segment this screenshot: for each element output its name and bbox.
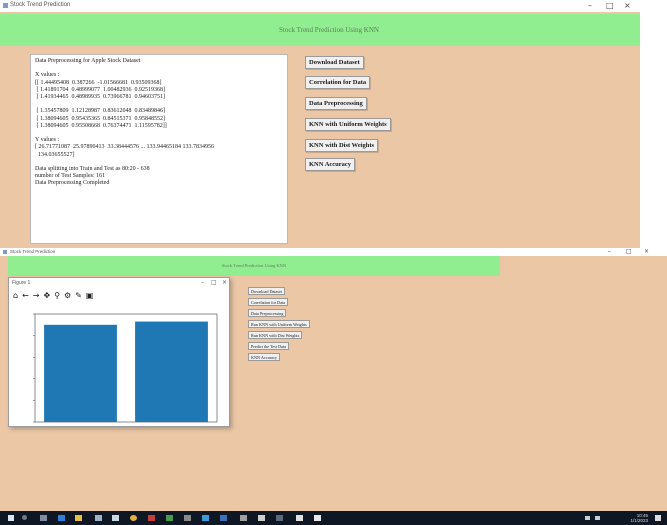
app-icon[interactable] (258, 515, 265, 521)
window-title: Stock Trend Prediction (10, 249, 56, 254)
pan-icon[interactable]: ✥ (43, 291, 50, 301)
client-area: Stock Trend Prediction Using KNN Data Pr… (0, 12, 658, 248)
download-dataset-button[interactable]: Download Dataset (248, 287, 286, 295)
title-bar: Stock Trend Prediction – □ × (0, 0, 667, 12)
title-bar: Stock Trend Prediction – □ × (0, 248, 667, 256)
knn-dist-button[interactable]: KNN with Dist Weights (305, 139, 379, 152)
knn-uniform-button[interactable]: Run KNN with Uniform Weights (248, 320, 310, 328)
bar (135, 321, 208, 422)
knn-accuracy-button[interactable]: KNN Accuracy (248, 353, 280, 361)
file-explorer-icon[interactable] (75, 515, 82, 521)
app-icon (3, 250, 7, 254)
knn-uniform-button[interactable]: KNN with Uniform Weights (305, 118, 391, 131)
clock[interactable]: 10:45 1/1/2023 (612, 513, 648, 523)
taskbar: 10:45 1/1/2023 (0, 511, 667, 525)
app-icon[interactable] (296, 515, 303, 521)
edit-icon[interactable]: ✎ (75, 291, 82, 301)
zoom-icon[interactable]: ⚲ (54, 291, 60, 301)
figure-minimize-icon[interactable]: – (201, 279, 204, 286)
output-textarea[interactable]: Data Preprocessing for Apple Stock Datas… (30, 54, 288, 244)
volume-icon[interactable] (595, 516, 600, 520)
data-preprocessing-button[interactable]: Data Preprocessing (305, 97, 367, 110)
bottom-window: Stock Trend Prediction – □ × Stock Trend… (0, 248, 667, 511)
search-icon[interactable] (22, 515, 27, 520)
close-icon[interactable]: × (624, 1, 631, 11)
notification-icon[interactable] (655, 515, 661, 521)
client-area: Stock Trend Prediction Using KNN Downloa… (0, 256, 667, 511)
store-icon[interactable] (95, 515, 102, 521)
clock-date: 1/1/2023 (630, 517, 648, 523)
task-view-icon[interactable] (40, 515, 47, 521)
correlation-button[interactable]: Correlation for Data (248, 298, 288, 306)
save-icon[interactable]: ▣ (86, 291, 94, 301)
minimize-icon[interactable]: – (588, 1, 592, 11)
data-preprocessing-button[interactable]: Data Preprocessing (248, 309, 287, 317)
app-icon[interactable] (314, 515, 321, 521)
page-title: Stock Trend Prediction Using KNN (0, 14, 658, 46)
figure-toolbar: ⌂ ← → ✥ ⚲ ⚙ ✎ ▣ (13, 291, 93, 301)
figure-window: Figure 1 – □ × ⌂ ← → ✥ ⚲ ⚙ ✎ ▣ (8, 277, 230, 427)
app-icon[interactable] (276, 515, 283, 521)
app-icon[interactable] (166, 515, 173, 521)
bar-chart (9, 304, 229, 426)
bar (44, 324, 117, 422)
figure-title: Figure 1 (12, 280, 31, 286)
edge-icon[interactable] (58, 515, 65, 521)
chrome-icon[interactable] (130, 515, 137, 521)
correlation-button[interactable]: Correlation for Data (305, 76, 371, 89)
home-icon[interactable]: ⌂ (13, 291, 18, 301)
configure-icon[interactable]: ⚙ (64, 291, 71, 301)
window-title: Stock Trend Prediction (10, 2, 71, 8)
page-title: Stock Trend Prediction Using KNN (8, 256, 500, 276)
figure-close-icon[interactable]: × (222, 279, 227, 286)
top-window: Stock Trend Prediction – □ × Stock Trend… (0, 0, 667, 248)
download-dataset-button[interactable]: Download Dataset (305, 56, 364, 69)
knn-accuracy-button[interactable]: KNN Accuracy (305, 158, 356, 171)
maximize-icon[interactable]: □ (606, 1, 614, 11)
right-strip (640, 12, 667, 248)
app-icon[interactable] (220, 515, 227, 521)
app-icon (3, 3, 8, 8)
predict-test-button[interactable]: Predict the Test Data (248, 342, 289, 350)
mail-icon[interactable] (112, 515, 119, 521)
app-icon[interactable] (240, 515, 247, 521)
start-icon[interactable] (8, 515, 14, 521)
app-icon[interactable] (202, 515, 209, 521)
figure-maximize-icon[interactable]: □ (211, 279, 217, 286)
back-icon[interactable]: ← (22, 291, 29, 301)
app-icon[interactable] (148, 515, 155, 521)
network-icon[interactable] (585, 516, 590, 520)
knn-dist-button[interactable]: Run KNN with Dist Weights (248, 331, 303, 339)
app-icon[interactable] (184, 515, 191, 521)
forward-icon[interactable]: → (33, 291, 40, 301)
